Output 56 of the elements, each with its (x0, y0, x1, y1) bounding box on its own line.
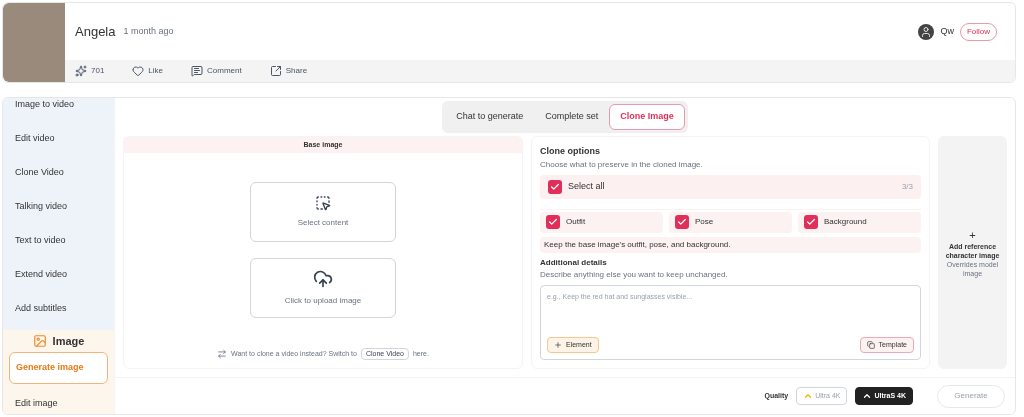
action-button[interactable]: 701 (75, 65, 105, 77)
check-icon (677, 217, 687, 227)
action-button[interactable]: Share (269, 65, 308, 77)
tab[interactable]: Chat to generate (445, 104, 535, 130)
author-name: Angela (75, 22, 116, 41)
checkbox[interactable] (548, 179, 562, 194)
user-name: Qw (940, 24, 954, 38)
sidebar-item[interactable]: Add subtitles (3, 292, 114, 326)
plus-icon (554, 340, 562, 349)
action-button[interactable]: Comment (191, 65, 242, 77)
checkbox[interactable] (546, 215, 560, 229)
chevron-icon (803, 391, 814, 401)
option-chip[interactable]: Pose (669, 211, 792, 233)
sidebar-item[interactable]: Image to video (3, 98, 114, 122)
chevron-icon (862, 391, 873, 401)
copy-icon (866, 340, 875, 349)
check-icon (548, 217, 558, 227)
action-button[interactable]: Like (132, 65, 164, 77)
sidebar-item[interactable]: Talking video (3, 190, 114, 224)
comment-icon (191, 65, 204, 77)
heart-icon (132, 65, 145, 77)
user-avatar (918, 23, 935, 40)
image-icon (32, 334, 47, 348)
select-content-button[interactable]: Select content (250, 182, 396, 242)
section-subtitle: Choose what to preserve in the cloned image. (540, 158, 704, 171)
select-all-row[interactable]: Select all 3/3 (540, 174, 921, 199)
option-chip[interactable]: Outfit (540, 211, 663, 233)
summary-text: Keep the base image's outfit, pose, and background. (540, 236, 921, 253)
section-title: Clone options (540, 145, 601, 158)
sidebar-item[interactable]: Text to video (3, 224, 114, 258)
option-chip[interactable]: Background (798, 211, 921, 233)
checkbox[interactable] (675, 215, 689, 229)
sidebar-item[interactable]: Edit video (3, 122, 114, 156)
post-time: 1 month ago (123, 24, 174, 38)
upload-icon (313, 269, 333, 289)
tab[interactable]: Clone Image (609, 104, 685, 130)
sidebar-item[interactable]: Clone Video (3, 156, 114, 190)
swap-icon (217, 348, 228, 359)
tab[interactable]: Complete set (534, 104, 610, 130)
option-label: Background (824, 216, 867, 228)
selection-count: 3/3 (901, 180, 913, 193)
section-subtitle: Describe anything else you want to keep unchanged. (540, 268, 729, 281)
share-icon (269, 65, 282, 77)
sparkle-icon (75, 65, 87, 77)
check-icon (550, 181, 560, 192)
section-title: Additional details (540, 256, 608, 269)
option-label: Outfit (566, 216, 586, 228)
option-label: Pose (695, 216, 714, 228)
sidebar-item[interactable]: Extend video (3, 258, 114, 292)
check-icon (806, 217, 816, 227)
upload-button[interactable]: Click to upload image (250, 258, 396, 318)
option-label: Select all (568, 179, 605, 193)
sidebar-item[interactable]: Edit image (9, 388, 108, 414)
section-title: Image (52, 333, 85, 349)
checkbox[interactable] (804, 215, 818, 229)
cursor-icon (315, 195, 331, 211)
